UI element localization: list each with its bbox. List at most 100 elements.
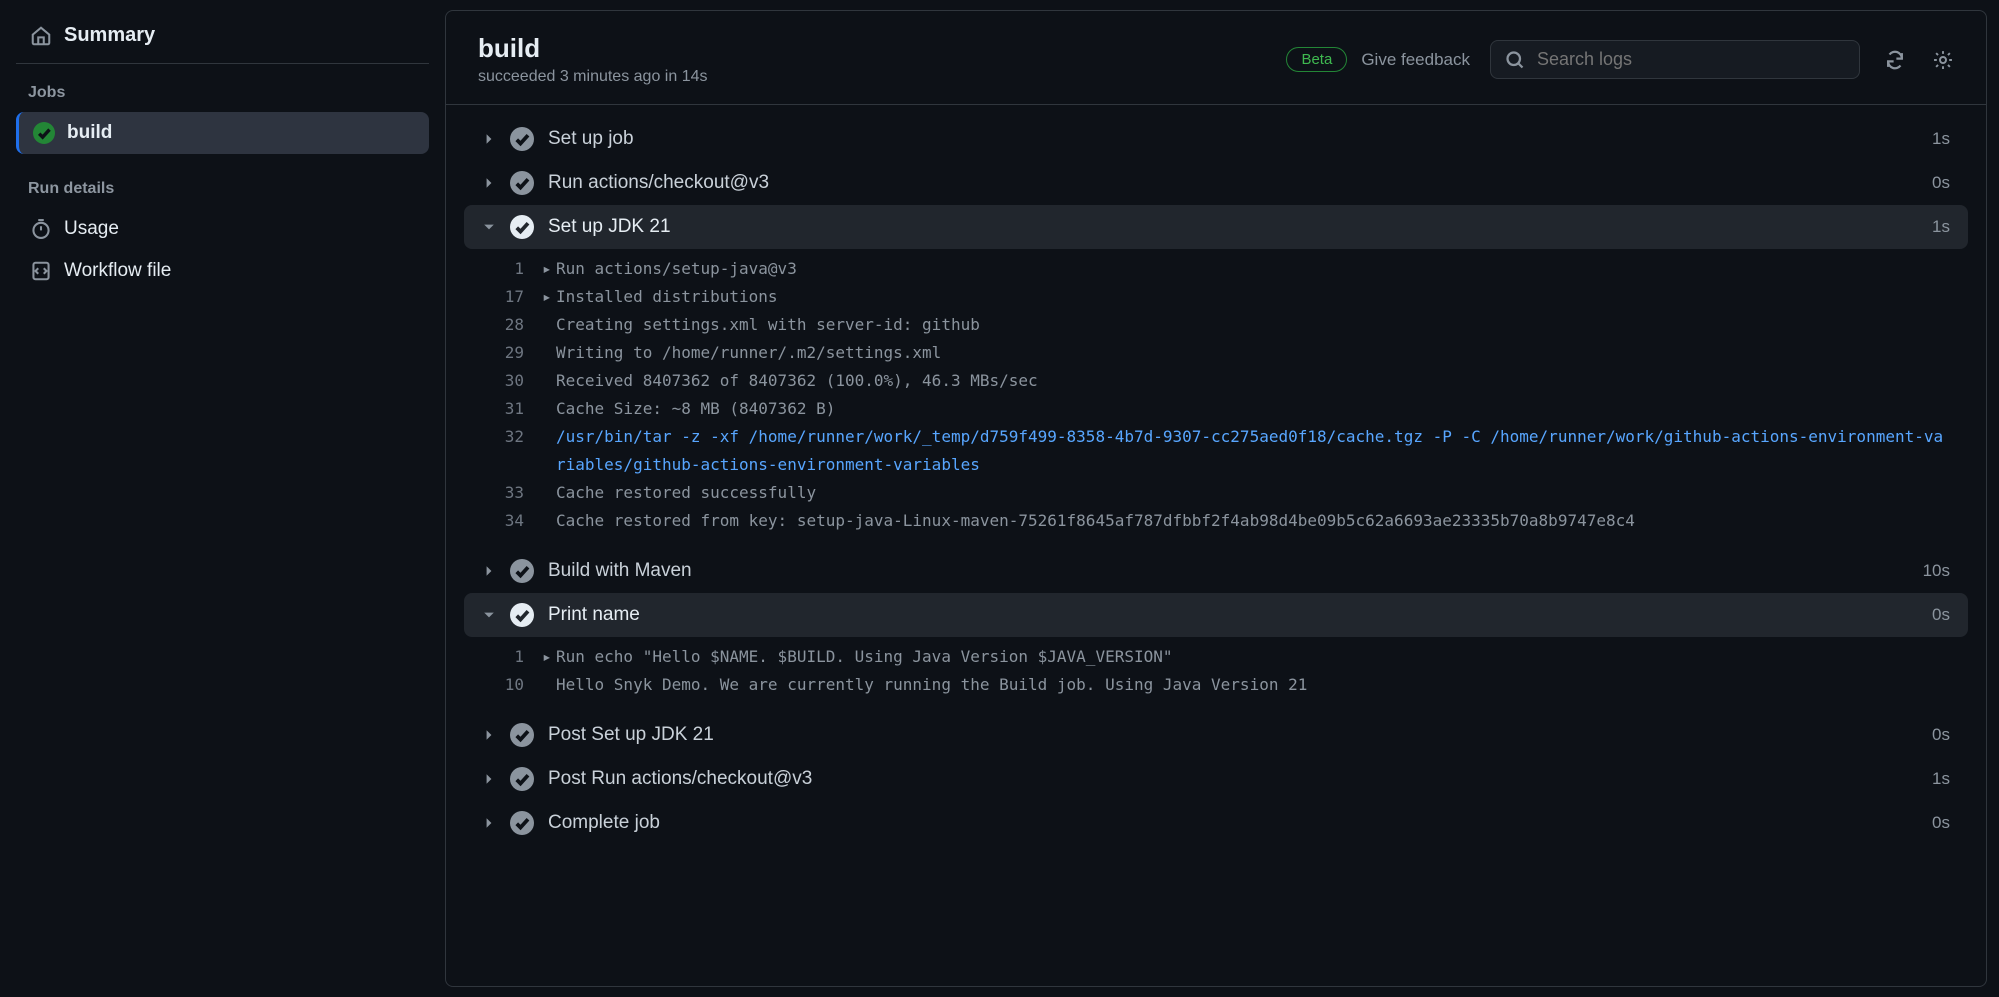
search-input[interactable] <box>1537 49 1845 70</box>
step-label: Print name <box>548 604 1918 626</box>
line-number: 31 <box>482 395 542 423</box>
log-line[interactable]: 10 Hello Snyk Demo. We are currently run… <box>464 671 1968 699</box>
log-text: Hello Snyk Demo. We are currently runnin… <box>556 671 1307 699</box>
line-number: 10 <box>482 671 542 699</box>
workflow-file-label: Workflow file <box>64 260 171 282</box>
run-details-heading: Run details <box>16 174 429 208</box>
chevron-right-icon <box>482 729 496 741</box>
line-number: 30 <box>482 367 542 395</box>
log-text: Creating settings.xml with server-id: gi… <box>556 311 980 339</box>
settings-button[interactable] <box>1932 49 1954 71</box>
step-duration: 0s <box>1932 173 1950 193</box>
log-line[interactable]: 33 Cache restored successfully <box>464 479 1968 507</box>
refresh-icon <box>1884 49 1906 71</box>
log-line[interactable]: 17 ▸ Installed distributions <box>464 283 1968 311</box>
step-row[interactable]: Print name 0s <box>464 593 1968 637</box>
line-number: 1 <box>482 255 542 283</box>
step-label: Post Set up JDK 21 <box>548 724 1918 746</box>
search-box[interactable] <box>1490 40 1860 79</box>
step-duration: 1s <box>1932 217 1950 237</box>
success-icon <box>33 122 55 144</box>
step-row[interactable]: Set up job 1s <box>464 117 1968 161</box>
step-label: Post Run actions/checkout@v3 <box>548 768 1918 790</box>
log-text: /usr/bin/tar -z -xf /home/runner/work/_t… <box>556 423 1950 479</box>
steps-list: Set up job 1s Run actions/checkout@v3 0s… <box>446 105 1986 875</box>
step-duration: 0s <box>1932 605 1950 625</box>
log-line[interactable]: 31 Cache Size: ~8 MB (8407362 B) <box>464 395 1968 423</box>
step-label: Run actions/checkout@v3 <box>548 172 1918 194</box>
step-duration: 10s <box>1923 561 1950 581</box>
log-text: Cache restored from key: setup-java-Linu… <box>556 507 1635 535</box>
home-icon <box>30 25 52 47</box>
sidebar-job-label: build <box>67 122 112 144</box>
step-label: Build with Maven <box>548 560 1909 582</box>
main-header: build succeeded 3 minutes ago in 14s Bet… <box>446 11 1986 105</box>
sidebar: Summary Jobs build Run details Usage Wor… <box>0 0 445 997</box>
step-label: Set up job <box>548 128 1918 150</box>
log-text: Cache restored successfully <box>556 479 816 507</box>
log-line[interactable]: 1 ▸ Run echo "Hello $NAME. $BUILD. Using… <box>464 643 1968 671</box>
step-row[interactable]: Set up JDK 21 1s <box>464 205 1968 249</box>
step-duration: 1s <box>1932 769 1950 789</box>
line-number: 1 <box>482 643 542 671</box>
log-text: Installed distributions <box>556 283 778 311</box>
search-icon <box>1505 50 1525 70</box>
line-number: 29 <box>482 339 542 367</box>
chevron-down-icon <box>482 221 496 233</box>
log-block: 1 ▸ Run echo "Hello $NAME. $BUILD. Using… <box>464 637 1968 713</box>
step-row[interactable]: Complete job 0s <box>464 801 1968 845</box>
fold-caret-icon[interactable]: ▸ <box>542 283 556 311</box>
step-duration: 0s <box>1932 725 1950 745</box>
chevron-down-icon <box>482 609 496 621</box>
usage-link[interactable]: Usage <box>16 208 429 250</box>
log-line[interactable]: 29 Writing to /home/runner/.m2/settings.… <box>464 339 1968 367</box>
summary-label: Summary <box>64 24 155 47</box>
chevron-right-icon <box>482 773 496 785</box>
log-line[interactable]: 30 Received 8407362 of 8407362 (100.0%),… <box>464 367 1968 395</box>
step-row[interactable]: Post Run actions/checkout@v3 1s <box>464 757 1968 801</box>
line-number: 17 <box>482 283 542 311</box>
step-label: Complete job <box>548 812 1918 834</box>
summary-link[interactable]: Summary <box>16 14 429 57</box>
log-block: 1 ▸ Run actions/setup-java@v3 17 ▸ Insta… <box>464 249 1968 549</box>
stopwatch-icon <box>30 218 52 240</box>
line-number: 34 <box>482 507 542 535</box>
log-line[interactable]: 1 ▸ Run actions/setup-java@v3 <box>464 255 1968 283</box>
beta-badge: Beta <box>1286 47 1347 72</box>
sidebar-job-build[interactable]: build <box>16 112 429 154</box>
gear-icon <box>1932 49 1954 71</box>
log-text: Run actions/setup-java@v3 <box>556 255 797 283</box>
fold-caret-icon[interactable]: ▸ <box>542 643 556 671</box>
log-text: Run echo "Hello $NAME. $BUILD. Using Jav… <box>556 643 1173 671</box>
page-title: build <box>478 33 1286 64</box>
log-text: Writing to /home/runner/.m2/settings.xml <box>556 339 941 367</box>
step-duration: 1s <box>1932 129 1950 149</box>
workflow-file-link[interactable]: Workflow file <box>16 250 429 292</box>
line-number: 33 <box>482 479 542 507</box>
main-panel: build succeeded 3 minutes ago in 14s Bet… <box>445 10 1987 987</box>
title-block: build succeeded 3 minutes ago in 14s <box>478 33 1286 86</box>
refresh-button[interactable] <box>1884 49 1906 71</box>
log-line[interactable]: 32 /usr/bin/tar -z -xf /home/runner/work… <box>464 423 1968 479</box>
usage-label: Usage <box>64 218 119 240</box>
log-line[interactable]: 28 Creating settings.xml with server-id:… <box>464 311 1968 339</box>
chevron-right-icon <box>482 177 496 189</box>
divider <box>16 63 429 64</box>
fold-caret-icon[interactable]: ▸ <box>542 255 556 283</box>
log-text: Cache Size: ~8 MB (8407362 B) <box>556 395 835 423</box>
step-row[interactable]: Post Set up JDK 21 0s <box>464 713 1968 757</box>
step-row[interactable]: Run actions/checkout@v3 0s <box>464 161 1968 205</box>
line-number: 28 <box>482 311 542 339</box>
jobs-heading: Jobs <box>16 78 429 112</box>
chevron-right-icon <box>482 565 496 577</box>
step-row[interactable]: Build with Maven 10s <box>464 549 1968 593</box>
chevron-right-icon <box>482 817 496 829</box>
page-subtitle: succeeded 3 minutes ago in 14s <box>478 68 1286 86</box>
step-duration: 0s <box>1932 813 1950 833</box>
log-line[interactable]: 34 Cache restored from key: setup-java-L… <box>464 507 1968 535</box>
workflow-file-icon <box>30 260 52 282</box>
give-feedback-link[interactable]: Give feedback <box>1361 50 1470 70</box>
header-actions <box>1884 49 1954 71</box>
log-text: Received 8407362 of 8407362 (100.0%), 46… <box>556 367 1038 395</box>
line-number: 32 <box>482 423 542 451</box>
